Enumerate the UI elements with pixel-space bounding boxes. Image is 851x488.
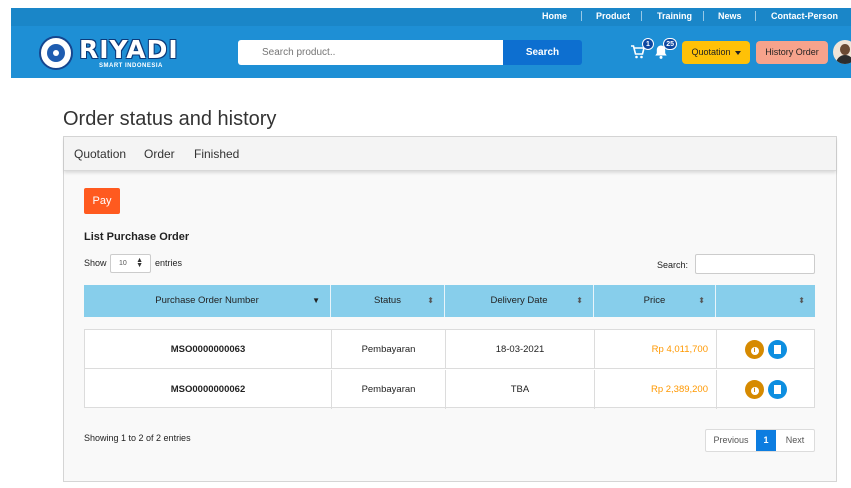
logo-wheel-icon (39, 36, 73, 70)
nav-divider (581, 11, 582, 21)
sort-icon: ⬍ (698, 296, 705, 305)
entries-select-value: 10 (119, 260, 127, 267)
app-frame: Home Product Training News Contact-Perso… (11, 8, 851, 488)
top-navigation: Home Product Training News Contact-Perso… (11, 8, 851, 26)
search-input[interactable] (238, 40, 503, 65)
tab-finished[interactable]: Finished (194, 147, 239, 161)
avatar[interactable] (833, 40, 851, 64)
show-label: Show (84, 258, 107, 268)
nav-divider (703, 11, 704, 21)
quotation-dropdown-button[interactable]: Quotation (682, 41, 750, 64)
logo-brand-text: RIYADI (79, 35, 179, 64)
document-icon (774, 385, 781, 394)
actions-cell: i (717, 370, 814, 409)
info-button[interactable]: i (745, 380, 764, 399)
tab-quotation[interactable]: Quotation (74, 147, 126, 161)
column-label: Price (643, 295, 666, 306)
sort-icon: ⬍ (427, 296, 434, 305)
pagination-page-1[interactable]: 1 (756, 430, 776, 451)
pagination-previous[interactable]: Previous (706, 430, 756, 451)
delivery-date-cell: TBA (446, 370, 595, 409)
column-label: Status (374, 295, 401, 306)
info-icon: i (750, 347, 759, 355)
column-status[interactable]: Status ⬍ (331, 285, 445, 317)
select-arrows-icon: ▲ ▼ (136, 257, 143, 269)
document-button[interactable] (768, 380, 787, 399)
status-cell: Pembayaran (332, 370, 446, 409)
info-icon: i (750, 387, 759, 395)
column-delivery-date[interactable]: Delivery Date ⬍ (445, 285, 594, 317)
table-row: MSO0000000063 Pembayaran 18-03-2021 Rp 4… (85, 330, 814, 369)
notification-count-badge: 25 (663, 38, 677, 50)
nav-home[interactable]: Home (542, 11, 567, 21)
sort-icon: ⬍ (576, 296, 583, 305)
nav-product[interactable]: Product (596, 11, 630, 21)
nav-divider (755, 11, 756, 21)
document-button[interactable] (768, 340, 787, 359)
notification-button[interactable]: 25 (653, 38, 677, 60)
sort-icon: ⬍ (798, 296, 805, 305)
column-label: Purchase Order Number (155, 295, 259, 306)
order-tabs: Quotation Order Finished (64, 137, 836, 171)
quotation-button-label: Quotation (691, 47, 731, 57)
pagination-next[interactable]: Next (776, 430, 814, 451)
page-title: Order status and history (63, 108, 277, 130)
pay-button[interactable]: Pay (84, 188, 120, 214)
entries-label: entries (155, 258, 183, 268)
table-header: Purchase Order Number ▼ Status ⬍ Deliver… (84, 285, 815, 317)
nav-divider (641, 11, 642, 21)
nav-contact-person[interactable]: Contact-Person (771, 11, 838, 21)
history-order-button[interactable]: History Order (756, 41, 828, 64)
price-cell: Rp 2,389,200 (595, 370, 717, 409)
caret-down-icon (734, 50, 741, 55)
info-button[interactable]: i (745, 340, 764, 359)
nav-news[interactable]: News (718, 11, 742, 21)
actions-cell: i (717, 330, 814, 369)
riyadi-logo[interactable]: RIYADI SMART INDONESIA (39, 35, 189, 72)
logo-sub-text: SMART INDONESIA (99, 63, 163, 69)
column-po-number[interactable]: Purchase Order Number ▼ (84, 285, 331, 317)
main-header: RIYADI SMART INDONESIA Search 1 25 Quota… (11, 26, 851, 78)
page: Home Product Training News Contact-Perso… (0, 0, 851, 488)
table-body: MSO0000000063 Pembayaran 18-03-2021 Rp 4… (84, 329, 815, 409)
tab-order[interactable]: Order (144, 147, 175, 161)
table-search-label: Search: (657, 260, 689, 270)
order-card: Quotation Order Finished Pay List Purcha… (63, 136, 837, 482)
column-price[interactable]: Price ⬍ (594, 285, 716, 317)
cart-button[interactable]: 1 (630, 38, 654, 60)
sort-icon: ▼ (312, 296, 320, 305)
po-number-cell: MSO0000000063 (85, 330, 332, 369)
delivery-date-cell: 18-03-2021 (446, 330, 595, 369)
column-label: Delivery Date (490, 295, 548, 306)
column-actions[interactable]: ⬍ (716, 285, 815, 317)
entries-select[interactable]: 10 ▲ ▼ (110, 254, 151, 273)
table-row: MSO0000000062 Pembayaran TBA Rp 2,389,20… (85, 370, 814, 409)
document-icon (774, 345, 781, 354)
status-cell: Pembayaran (332, 330, 446, 369)
price-cell: Rp 4,011,700 (595, 330, 717, 369)
search-button[interactable]: Search (503, 40, 582, 65)
po-number-cell: MSO0000000062 (85, 370, 332, 409)
nav-training[interactable]: Training (657, 11, 692, 21)
table-search-input[interactable] (695, 254, 815, 274)
showing-entries-text: Showing 1 to 2 of 2 entries (84, 433, 191, 443)
pagination: Previous 1 Next (705, 429, 815, 452)
list-title: List Purchase Order (84, 231, 190, 243)
